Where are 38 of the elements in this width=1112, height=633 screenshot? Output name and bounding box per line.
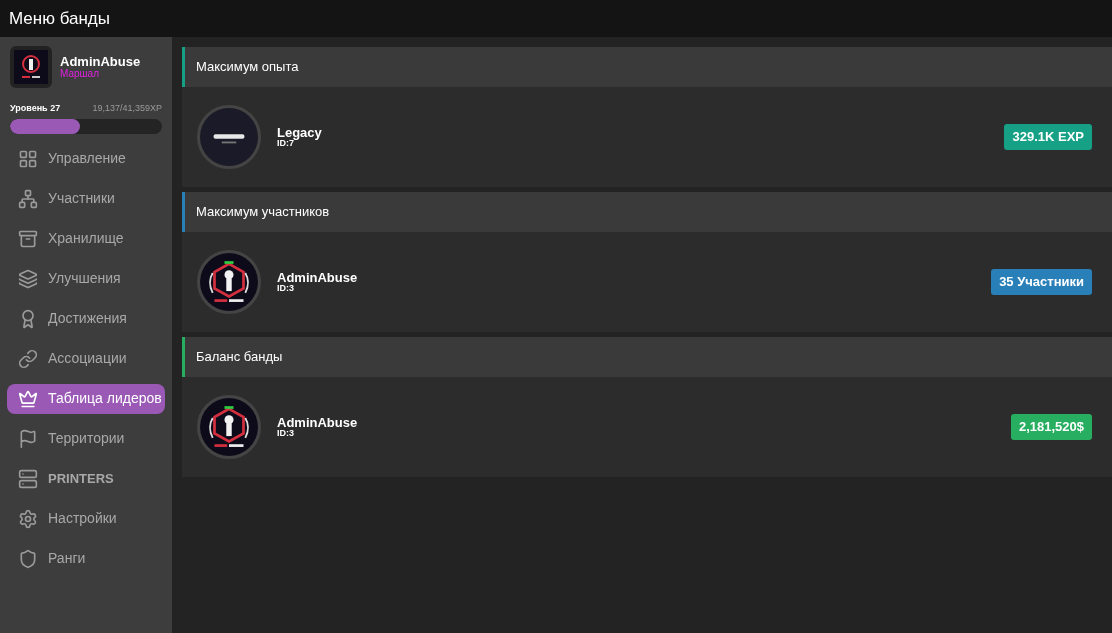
server-icon (18, 468, 38, 489)
player-name: AdminAbuse (60, 55, 141, 68)
section-title: Максимум опыта (196, 58, 299, 77)
section-title: Максимум участников (196, 203, 330, 222)
stat-badge: 35 Участники (991, 269, 1092, 295)
gang-name: AdminAbuse (277, 416, 358, 429)
sidebar-item[interactable]: Хранилище (7, 223, 165, 254)
sidebar-item[interactable]: Территории (7, 423, 165, 454)
shield-icon (18, 548, 38, 569)
sidebar-item[interactable]: Управление (7, 143, 165, 174)
gang-id: ID:3 (277, 429, 295, 438)
sidebar-item[interactable]: Участники (7, 183, 165, 214)
section-title: Баланс банды (196, 348, 283, 367)
gang-id: ID:7 (277, 139, 294, 148)
window-title: Меню банды (9, 7, 110, 30)
settings-icon (18, 508, 38, 529)
sidebar-item[interactable]: Улучшения (7, 263, 165, 294)
link-icon (18, 348, 38, 369)
gang-name: AdminAbuse (277, 271, 358, 284)
sidebar-item[interactable]: PRINTERS (7, 463, 165, 494)
grid-icon (18, 148, 38, 169)
player-rank: Маршал (60, 69, 100, 79)
hierarchy-icon (18, 188, 38, 209)
sidebar-item[interactable]: Таблица лидеров (7, 383, 165, 414)
sidebar-item[interactable]: Ранги (7, 543, 165, 574)
sidebar-item[interactable]: Ассоциации (7, 343, 165, 374)
gang-id: ID:3 (277, 284, 295, 293)
flag-icon (18, 428, 38, 449)
archive-icon (18, 228, 38, 249)
xp-reading: 19,137/41,359XP (92, 102, 162, 115)
sidebar-item[interactable]: Настройки (7, 503, 165, 534)
gang-name: Legacy (277, 126, 322, 139)
layers-icon (18, 268, 38, 289)
stat-badge: 329.1K EXP (1004, 124, 1092, 150)
sidebar-item[interactable]: Достижения (7, 303, 165, 334)
crown-icon (18, 388, 38, 409)
level-label: Уровень 27 (10, 102, 61, 115)
stat-badge: 2,181,520$ (1010, 414, 1092, 440)
